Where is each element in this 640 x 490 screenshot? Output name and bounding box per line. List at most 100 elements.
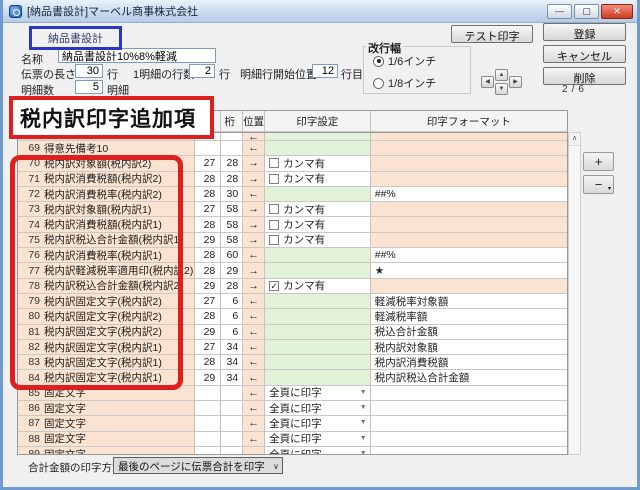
cell-align-arrow[interactable]: ← xyxy=(243,187,265,202)
cell-line-position[interactable] xyxy=(195,416,221,431)
cell-print-format[interactable]: ★ xyxy=(371,263,567,278)
detail-count-input[interactable] xyxy=(75,80,103,94)
cell-digit-position[interactable]: 6 xyxy=(221,294,243,309)
cell-digit-position[interactable]: 28 xyxy=(221,156,243,171)
cell-print-setting[interactable] xyxy=(265,370,371,385)
cell-align-arrow[interactable]: ← xyxy=(243,133,265,141)
cell-align-arrow[interactable]: ← xyxy=(243,432,265,447)
scroll-up-icon[interactable]: ∧ xyxy=(569,133,580,146)
cell-digit-position[interactable]: 30 xyxy=(221,187,243,202)
cell-align-arrow[interactable]: → xyxy=(243,263,265,278)
cell-print-format[interactable] xyxy=(371,432,567,447)
cell-print-setting[interactable]: 全頁に印字▼ xyxy=(265,432,371,447)
cell-line-position[interactable]: 27 xyxy=(195,294,221,309)
cell-print-format[interactable] xyxy=(371,386,567,401)
cell-print-format[interactable] xyxy=(371,233,567,248)
cell-align-arrow[interactable]: → xyxy=(243,202,265,217)
cell-print-setting[interactable] xyxy=(265,355,371,370)
cell-print-setting[interactable]: ✓カンマ有 xyxy=(265,279,371,294)
checkbox-unchecked-icon[interactable] xyxy=(269,204,279,214)
cell-line-position[interactable]: 28 xyxy=(195,355,221,370)
cell-digit-position[interactable]: 58 xyxy=(221,217,243,232)
cell-print-format[interactable] xyxy=(371,401,567,416)
cell-print-setting[interactable] xyxy=(265,248,371,263)
cell-align-arrow[interactable]: ← xyxy=(243,447,265,455)
cell-print-format[interactable] xyxy=(371,141,567,156)
cell-digit-position[interactable] xyxy=(221,401,243,416)
minimize-button[interactable]: — xyxy=(547,4,572,19)
cell-line-position[interactable] xyxy=(195,386,221,401)
cell-align-arrow[interactable]: ← xyxy=(243,401,265,416)
cell-print-format[interactable]: ##% xyxy=(371,187,567,202)
cell-print-setting[interactable]: 全頁に印字▼ xyxy=(265,386,371,401)
cell-print-setting[interactable]: カンマ有 xyxy=(265,217,371,232)
checkbox-unchecked-icon[interactable] xyxy=(269,235,279,245)
close-button[interactable]: ✕ xyxy=(601,4,633,19)
cell-digit-position[interactable]: 6 xyxy=(221,325,243,340)
checkbox-unchecked-icon[interactable] xyxy=(269,220,279,230)
cell-line-position[interactable]: 28 xyxy=(195,248,221,263)
radio-1-8-inch[interactable]: 1/8インチ xyxy=(373,75,470,91)
cell-print-format[interactable]: 税内訳対象額 xyxy=(371,340,567,355)
cell-print-setting[interactable]: カンマ有 xyxy=(265,172,371,187)
cell-print-setting[interactable] xyxy=(265,309,371,324)
cell-print-setting[interactable] xyxy=(265,187,371,202)
cell-line-position[interactable]: 29 xyxy=(195,233,221,248)
cell-align-arrow[interactable]: ← xyxy=(243,325,265,340)
cell-digit-position[interactable] xyxy=(221,133,243,141)
cell-align-arrow[interactable]: ← xyxy=(243,294,265,309)
cell-print-format[interactable] xyxy=(371,202,567,217)
cell-print-setting[interactable] xyxy=(265,133,371,141)
cell-print-setting[interactable] xyxy=(265,340,371,355)
cell-line-position[interactable]: 28 xyxy=(195,172,221,187)
cell-line-position[interactable]: 27 xyxy=(195,156,221,171)
cell-align-arrow[interactable]: → xyxy=(243,156,265,171)
cell-align-arrow[interactable]: ← xyxy=(243,355,265,370)
cell-align-arrow[interactable]: ← xyxy=(243,416,265,431)
cell-line-position[interactable] xyxy=(195,432,221,447)
cell-print-setting[interactable] xyxy=(265,141,371,156)
cell-print-format[interactable] xyxy=(371,156,567,171)
pad-left-button[interactable]: ◀ xyxy=(481,76,494,88)
cell-digit-position[interactable] xyxy=(221,432,243,447)
cell-digit-position[interactable] xyxy=(221,416,243,431)
cell-print-format[interactable] xyxy=(371,217,567,232)
cell-line-position[interactable] xyxy=(195,401,221,416)
cell-digit-position[interactable]: 34 xyxy=(221,355,243,370)
cancel-button[interactable]: キャンセル xyxy=(543,45,626,63)
cell-digit-position[interactable]: 34 xyxy=(221,340,243,355)
cell-print-format[interactable]: 軽減税率額 xyxy=(371,309,567,324)
cell-digit-position[interactable]: 34 xyxy=(221,370,243,385)
cell-print-setting[interactable]: カンマ有 xyxy=(265,156,371,171)
cell-digit-position[interactable]: 28 xyxy=(221,279,243,294)
vertical-scrollbar[interactable]: ∧ xyxy=(568,132,581,455)
cell-line-position[interactable] xyxy=(195,141,221,156)
name-input[interactable] xyxy=(58,48,216,63)
cell-print-format[interactable] xyxy=(371,447,567,455)
cell-print-format[interactable]: 税内訳消費税額 xyxy=(371,355,567,370)
cell-digit-position[interactable] xyxy=(221,447,243,455)
pad-right-button[interactable]: ▶ xyxy=(509,76,522,88)
cell-line-position[interactable]: 29 xyxy=(195,279,221,294)
cell-align-arrow[interactable]: → xyxy=(243,172,265,187)
checkbox-unchecked-icon[interactable] xyxy=(269,158,279,168)
cell-align-arrow[interactable]: ← xyxy=(243,386,265,401)
cell-print-format[interactable] xyxy=(371,279,567,294)
test-print-button[interactable]: テスト印字 xyxy=(451,25,533,43)
total-print-method-select[interactable]: 最後のページに伝票合計を印字 ∨ xyxy=(113,457,283,474)
delete-button[interactable]: 削除 xyxy=(543,67,626,85)
detail-lines-input[interactable] xyxy=(189,64,215,78)
checkbox-checked-icon[interactable]: ✓ xyxy=(269,281,279,291)
cell-line-position[interactable]: 28 xyxy=(195,309,221,324)
cell-print-format[interactable]: 税込合計金額 xyxy=(371,325,567,340)
cell-digit-position[interactable]: 58 xyxy=(221,202,243,217)
cell-line-position[interactable]: 29 xyxy=(195,325,221,340)
cell-print-setting[interactable]: 全頁に印字▼ xyxy=(265,447,371,455)
cell-print-format[interactable]: 軽減税率対象額 xyxy=(371,294,567,309)
cell-digit-position[interactable] xyxy=(221,141,243,156)
remove-row-button[interactable]: − ▾ xyxy=(583,175,614,194)
cell-align-arrow[interactable]: ← xyxy=(243,340,265,355)
checkbox-unchecked-icon[interactable] xyxy=(269,174,279,184)
cell-print-format[interactable] xyxy=(371,172,567,187)
maximize-button[interactable]: ▢ xyxy=(574,4,599,19)
